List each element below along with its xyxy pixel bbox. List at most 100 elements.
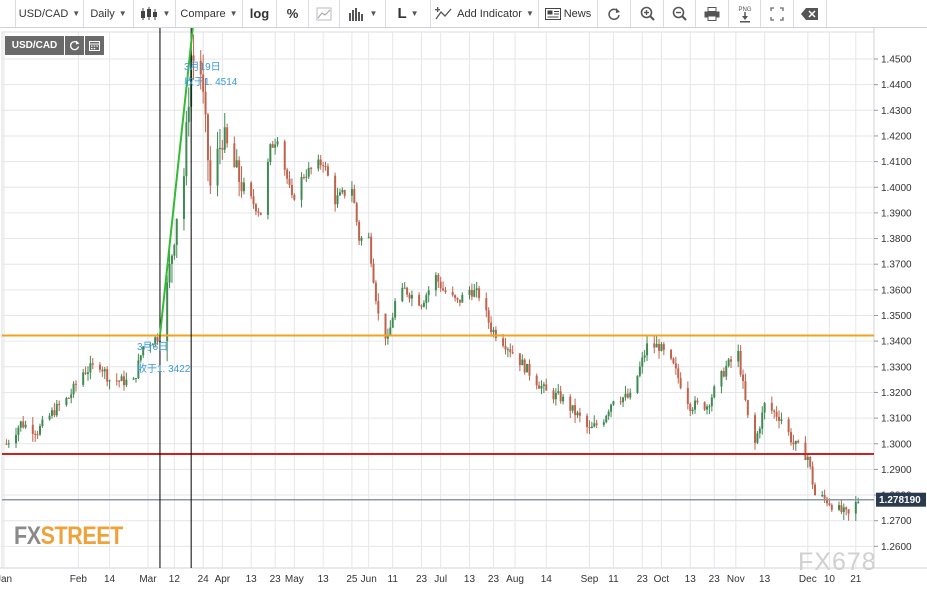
candle-body (576, 412, 579, 416)
y-tick-label: 1.2900 (881, 465, 912, 476)
candle-body (674, 363, 677, 369)
price-chart[interactable]: 1.4500 1.4400 1.4300 1.4200 1.4100 1.4000 1.39… (0, 28, 927, 600)
candle-body (806, 456, 809, 461)
candle-body (302, 176, 305, 178)
candle-body (773, 410, 776, 412)
y-tick-label: 1.4100 (881, 157, 912, 168)
print-button[interactable] (696, 0, 729, 27)
chevron-down-icon: ▼ (72, 9, 81, 18)
zoom-out-button[interactable] (664, 0, 696, 27)
y-tick-label: 1.3200 (881, 388, 912, 399)
calendar-button[interactable] (85, 36, 104, 55)
candle-body (696, 400, 699, 403)
candle-body (737, 350, 740, 362)
chart-area[interactable]: 1.4500 1.4400 1.4300 1.4200 1.4100 1.4000 1.39… (0, 28, 927, 600)
candle-body (238, 160, 241, 183)
candle-body (775, 411, 778, 417)
y-tick-label: 1.3400 (881, 337, 912, 348)
candle-body (425, 295, 428, 303)
candle-body (17, 427, 20, 435)
candle-body (122, 376, 125, 386)
zoom-in-button[interactable] (631, 0, 664, 27)
refresh-button[interactable] (598, 0, 631, 27)
candle-body (655, 343, 658, 348)
candle-body (713, 386, 716, 398)
compare-button[interactable]: Compare ▼ (176, 0, 243, 27)
candle-body (662, 344, 665, 350)
candle-body (360, 237, 363, 241)
clear-all-button[interactable] (794, 0, 827, 27)
reload-chart-button[interactable] (65, 36, 84, 55)
x-tick-label: 12 (169, 574, 181, 585)
candle-body (792, 442, 795, 445)
candle-body (646, 343, 649, 356)
news-button[interactable]: News (539, 0, 598, 27)
percent-scale-button[interactable]: % (277, 0, 309, 27)
candle-body (528, 363, 531, 376)
candle-body (115, 380, 118, 382)
candle-body (422, 302, 425, 307)
candle-body (34, 433, 37, 435)
y-tick-label: 1.4500 (881, 55, 912, 66)
line-mode-select[interactable]: L ▼ (386, 0, 431, 27)
y-tick-label: 1.3300 (881, 362, 912, 373)
x-tick-label: Jun (361, 574, 377, 585)
candle-body (758, 428, 761, 434)
candle-body (101, 369, 104, 372)
candle-body (58, 403, 61, 405)
candle-body (67, 397, 70, 399)
candle-body (778, 416, 781, 421)
candle-body (475, 288, 478, 291)
x-tick-label: May (285, 574, 304, 585)
x-tick-label: 24 (198, 574, 210, 585)
x-tick-label: 14 (104, 574, 116, 585)
candle-body (545, 384, 548, 391)
volume-button[interactable]: ▼ (340, 0, 386, 27)
candle-body (622, 397, 625, 403)
candle-body (14, 434, 17, 444)
candle-body (89, 363, 92, 373)
candle-body (554, 392, 557, 400)
log-scale-button[interactable]: log (243, 0, 277, 27)
png-download-icon: PNG (738, 7, 751, 22)
candle-body (74, 383, 77, 385)
drawing-tool-button[interactable] (309, 0, 340, 27)
newspaper-icon (544, 7, 561, 20)
candle-body (170, 255, 173, 264)
symbol-badge: USD/CAD (5, 36, 64, 55)
y-tick-label: 1.2700 (881, 516, 912, 527)
candle-body (602, 422, 605, 425)
candle-body (216, 148, 219, 186)
candle-body (605, 415, 608, 423)
chart-type-select[interactable]: ▼ (134, 0, 176, 27)
candle-body (324, 165, 327, 167)
candle-body (442, 288, 445, 291)
x-tick-label: 23 (270, 574, 282, 585)
candle-body (401, 287, 404, 302)
bar-chart-icon (348, 7, 363, 21)
candle-body (420, 305, 423, 307)
fullscreen-button[interactable] (761, 0, 794, 27)
candle-body (166, 282, 169, 342)
candle-body (670, 349, 673, 359)
candle-body (185, 122, 188, 177)
candle-body (746, 400, 749, 416)
candle-body (266, 162, 269, 215)
candle-body (830, 505, 833, 510)
annotation-low-close: 收于1. 3422 (137, 364, 191, 375)
refresh-icon (608, 7, 620, 20)
export-png-button[interactable]: PNG (729, 0, 761, 27)
candle-body (535, 375, 538, 386)
candle-body (374, 282, 377, 302)
interval-select[interactable]: Daily ▼ (84, 0, 134, 27)
candle-body (518, 353, 521, 366)
candle-body (91, 363, 94, 365)
x-tick-label: Oct (654, 574, 670, 585)
symbol-select[interactable]: USD/CAD ▼ (16, 0, 84, 27)
fxstreet-logo: FXSTREET (14, 522, 123, 551)
percent-scale-label: % (286, 6, 299, 21)
chevron-down-icon: ▼ (410, 9, 419, 18)
add-indicator-button[interactable]: Add Indicator ▼ (431, 0, 539, 27)
candle-body (31, 424, 34, 434)
candle-body (571, 405, 574, 411)
